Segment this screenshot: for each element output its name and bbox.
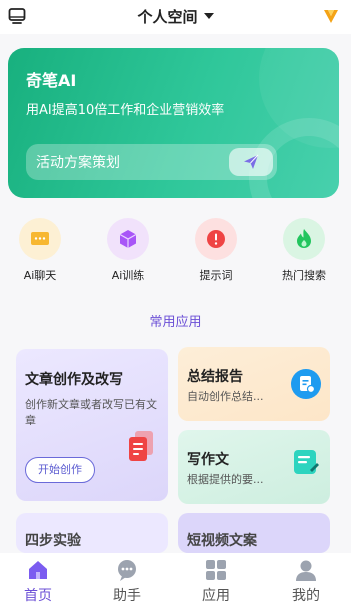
- bottom-tab-bar: 首页 助手 应用 我的: [0, 553, 351, 612]
- profile-icon: [296, 560, 316, 581]
- card-title: 短视频文案: [187, 533, 257, 549]
- card-description: 自动创作总结...: [187, 390, 264, 403]
- start-creating-button[interactable]: 开始创作: [25, 457, 95, 483]
- tab-home[interactable]: 首页: [8, 558, 68, 605]
- tab-label: 应用: [202, 588, 230, 604]
- tab-label: 我的: [292, 588, 320, 604]
- tab-label: 首页: [24, 588, 52, 604]
- notepad-icon: [294, 450, 319, 474]
- tab-label: 助手: [113, 588, 141, 604]
- quick-action-label: Ai训练: [111, 269, 145, 282]
- card-description: 创作新文章或者改写已有文章: [25, 398, 157, 427]
- send-button[interactable]: [229, 148, 273, 176]
- hero-title: 奇笔AI: [26, 71, 77, 90]
- vip-crown-icon[interactable]: [321, 6, 341, 26]
- hero-banner: 奇笔AI 用AI提高10倍工作和企业营销效率 活动方案策划: [8, 48, 339, 198]
- card-article-writing[interactable]: 文章创作及改写 创作新文章或者改写已有文章 开始创作: [16, 349, 168, 501]
- tab-assistant[interactable]: 助手: [97, 558, 157, 605]
- hero-subtitle: 用AI提高10倍工作和企业营销效率: [26, 103, 225, 118]
- flame-icon: [283, 218, 325, 260]
- quick-action-label: 提示词: [199, 269, 233, 282]
- report-icon: [291, 369, 321, 399]
- chat-icon: [19, 218, 61, 260]
- quick-actions: Ai聊天 Ai训练 提示词 热门搜索: [0, 218, 351, 288]
- card-title: 四步实验: [25, 533, 81, 549]
- prompt-input-value: 活动方案策划: [36, 155, 120, 171]
- card-title: 总结报告: [187, 369, 243, 385]
- section-title: 常用应用: [149, 315, 202, 330]
- home-icon: [29, 561, 47, 579]
- top-bar: 个人空间: [0, 0, 351, 34]
- quick-action-label: Ai聊天: [23, 269, 57, 282]
- quick-action-hot-search[interactable]: 热门搜索: [272, 218, 336, 283]
- assistant-icon: [118, 560, 136, 581]
- cube-icon: [107, 218, 149, 260]
- card-description: 根据提供的要...: [187, 473, 264, 486]
- card-summary-report[interactable]: 总结报告 自动创作总结...: [178, 347, 330, 421]
- quick-action-prompts[interactable]: 提示词: [184, 218, 248, 283]
- card-four-step[interactable]: 四步实验: [16, 513, 168, 553]
- space-switcher[interactable]: 个人空间: [0, 6, 351, 27]
- card-short-video-copy[interactable]: 短视频文案: [178, 513, 330, 553]
- tab-apps[interactable]: 应用: [186, 558, 246, 605]
- page-title: 个人空间: [137, 8, 198, 26]
- tab-profile[interactable]: 我的: [276, 558, 336, 605]
- apps-grid-icon: [206, 560, 226, 580]
- send-icon: [244, 154, 259, 169]
- document-stack-icon: [129, 431, 153, 461]
- card-title: 写作文: [187, 452, 229, 468]
- alert-icon: [195, 218, 237, 260]
- quick-action-label: 热门搜索: [282, 269, 326, 282]
- prompt-input[interactable]: 活动方案策划: [26, 144, 277, 180]
- card-write-essay[interactable]: 写作文 根据提供的要...: [178, 430, 330, 504]
- card-title: 文章创作及改写: [25, 372, 123, 388]
- caret-down-icon: [203, 13, 214, 19]
- quick-action-ai-chat[interactable]: Ai聊天: [8, 218, 72, 283]
- quick-action-ai-training[interactable]: Ai训练: [96, 218, 160, 283]
